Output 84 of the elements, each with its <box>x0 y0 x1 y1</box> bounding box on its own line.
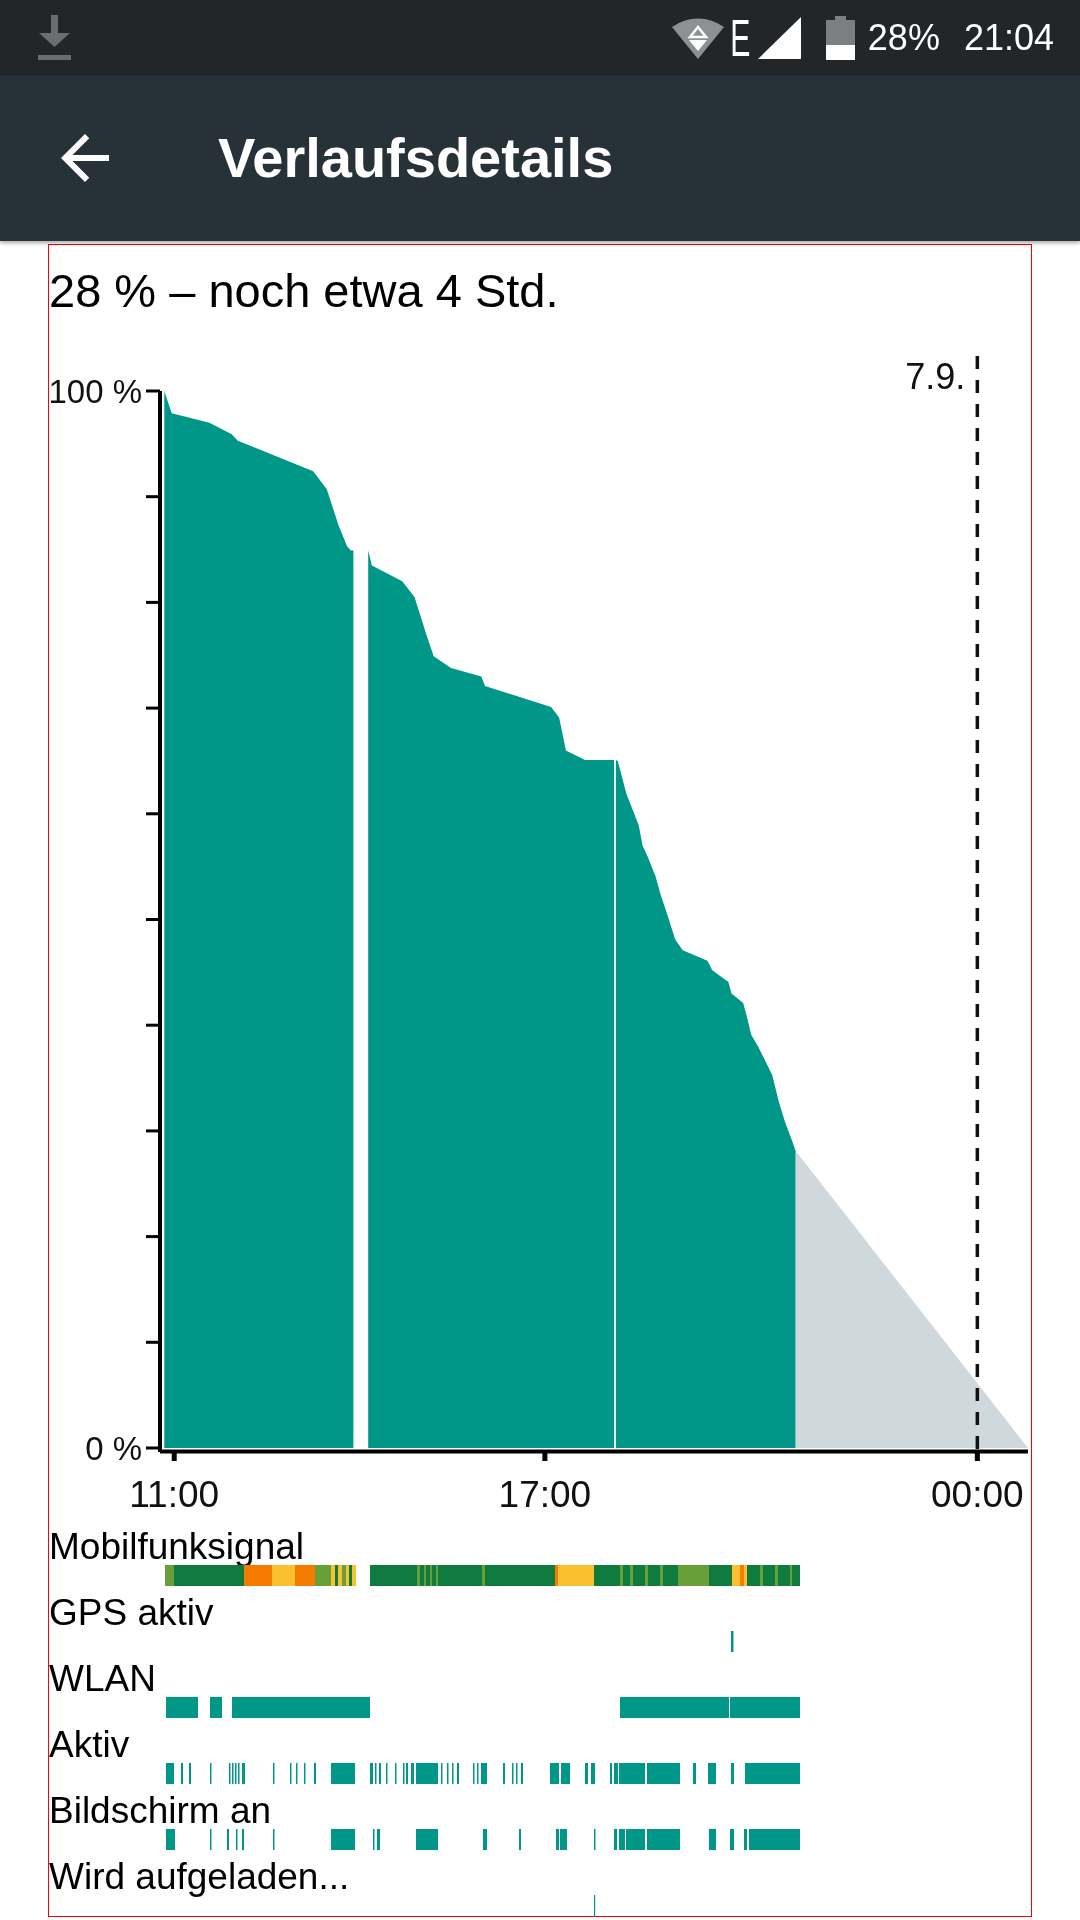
timeline-bar <box>210 1697 222 1718</box>
timeline-bar <box>379 1763 381 1784</box>
timeline-bar <box>373 1829 375 1850</box>
timeline-label: Aktiv <box>49 1726 131 1763</box>
screen-title: Verlaufsdetails <box>218 130 614 186</box>
timeline-bar <box>416 1829 438 1850</box>
timeline-bar <box>386 1763 388 1784</box>
timeline-bar <box>647 1763 680 1784</box>
battery-summary: 28 % – noch etwa 4 Std. <box>49 267 560 314</box>
timeline-bar <box>411 1763 414 1784</box>
timeline-bar <box>331 1829 355 1850</box>
y-axis-label: 0 % <box>85 1429 142 1467</box>
timeline-bar <box>585 1763 588 1784</box>
timeline-label: Mobilfunksignal <box>49 1528 306 1565</box>
timeline-bar <box>457 1763 459 1784</box>
timeline-bar <box>296 1763 298 1784</box>
battery-percentage: 28% <box>867 19 940 56</box>
battery-icon <box>825 15 855 60</box>
timeline-bar <box>210 1763 212 1784</box>
timeline-label: WLAN <box>49 1660 157 1697</box>
timeline-bar <box>594 1895 596 1916</box>
timeline-bar <box>730 1829 734 1850</box>
timeline-bar <box>477 1763 479 1784</box>
timeline-bar <box>210 1829 212 1850</box>
timeline-bar <box>473 1763 475 1784</box>
timeline-bar <box>416 1763 438 1784</box>
timeline-bar <box>481 1763 487 1784</box>
timeline-bar <box>594 1829 596 1850</box>
timeline-bar <box>550 1763 559 1784</box>
network-type-label: E <box>730 11 751 64</box>
timeline-bar <box>519 1829 521 1850</box>
timeline-bar <box>745 1763 800 1784</box>
timeline-label: GPS aktiv <box>49 1594 215 1631</box>
timeline-bar <box>273 1763 275 1784</box>
timeline-bar <box>377 1829 380 1850</box>
timeline-bar <box>290 1763 292 1784</box>
timeline-bar <box>731 1631 734 1652</box>
timeline-bar <box>166 1697 198 1718</box>
wifi-icon <box>672 16 725 59</box>
timeline-bar <box>242 1829 244 1850</box>
clock-time: 21:04 <box>963 19 1054 56</box>
timeline-bar <box>561 1763 570 1784</box>
download-icon <box>38 15 71 60</box>
timeline-bar <box>166 1763 174 1784</box>
timeline-bar <box>709 1829 716 1850</box>
timeline-bar <box>314 1763 316 1784</box>
timeline-bar <box>227 1829 229 1850</box>
back-arrow-icon <box>61 134 109 182</box>
timeline-bar <box>610 1763 612 1784</box>
timeline-label: Bildschirm an <box>49 1792 273 1829</box>
timeline-bar <box>370 1763 373 1784</box>
timeline-bar <box>375 1763 377 1784</box>
timeline-bar <box>731 1763 734 1784</box>
x-axis-label: 11:00 <box>129 1474 220 1515</box>
timeline-bar <box>181 1763 183 1784</box>
date-label: 7.9. <box>905 356 966 397</box>
timeline-bar <box>483 1829 487 1850</box>
y-axis-label: 100 % <box>49 372 142 410</box>
timeline-label: Wird aufgeladen... <box>49 1858 351 1895</box>
timeline-bar <box>331 1763 355 1784</box>
timeline-bar <box>503 1763 505 1784</box>
timeline-bar <box>242 1763 245 1784</box>
timeline-bar <box>304 1763 306 1784</box>
timeline-bar <box>395 1763 397 1784</box>
timeline-bar <box>744 1829 747 1850</box>
x-axis-label: 17:00 <box>498 1474 592 1515</box>
timeline-bar <box>452 1763 454 1784</box>
timeline-bar <box>591 1763 595 1784</box>
timeline-bar <box>447 1763 449 1784</box>
timeline-bar <box>614 1829 617 1850</box>
timeline-bar <box>693 1763 696 1784</box>
timeline-bar <box>516 1763 518 1784</box>
timeline-bar <box>273 1829 275 1850</box>
timeline-bar <box>166 1829 175 1850</box>
timeline-bar <box>521 1763 523 1784</box>
timeline-bar <box>441 1763 443 1784</box>
timeline-bar <box>708 1763 716 1784</box>
timeline-bar <box>749 1829 800 1850</box>
timeline-bar <box>647 1829 680 1850</box>
timeline-bar <box>512 1763 514 1784</box>
timeline-bar <box>236 1829 238 1850</box>
signal-strength-icon <box>757 16 801 59</box>
x-axis-label: 00:00 <box>931 1474 1024 1515</box>
timeline-bar <box>189 1763 191 1784</box>
